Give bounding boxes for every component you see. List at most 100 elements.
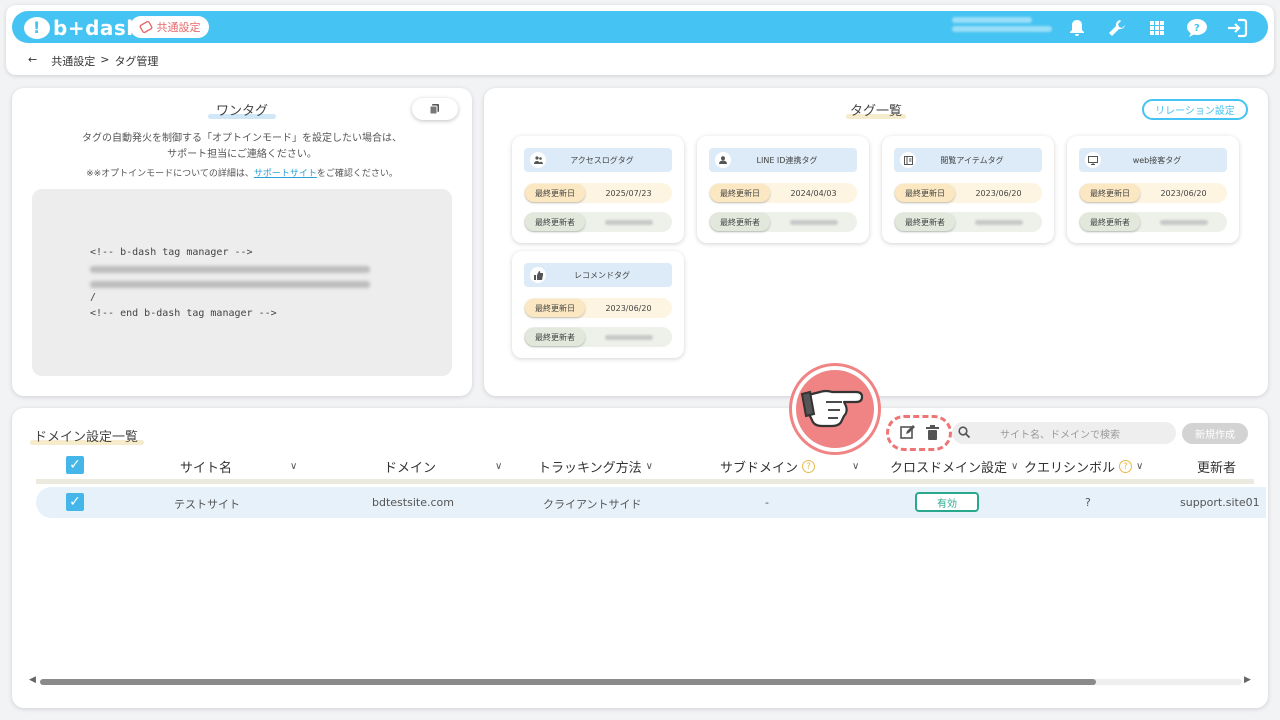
tag-card-header: 閲覧アイテムタグ bbox=[894, 148, 1042, 172]
code-start-comment: <!-- b-dash tag manager --> bbox=[90, 247, 253, 258]
breadcrumb-parent[interactable]: 共通設定 bbox=[51, 53, 95, 69]
edit-icon[interactable] bbox=[900, 425, 915, 444]
date-label: 最終更新日 bbox=[710, 184, 770, 202]
user-label: 最終更新者 bbox=[1080, 213, 1140, 231]
tag-card-header: レコメンドタグ bbox=[524, 263, 672, 287]
cell-site-name: テストサイト bbox=[174, 498, 240, 511]
chevron-down-icon[interactable]: ∨ bbox=[852, 461, 859, 472]
cell-domain: bdtestsite.com bbox=[372, 496, 454, 509]
tag-date-value: 2025/07/23 bbox=[605, 188, 652, 198]
tag-card-header: アクセスログタグ bbox=[524, 148, 672, 172]
tag-date-row: 最終更新日 2023/06/20 bbox=[894, 183, 1042, 203]
blurred-user bbox=[604, 334, 653, 340]
help-bubble-icon[interactable]: ? bbox=[1184, 15, 1210, 41]
onetag-note: ※※オプトインモードについての詳細は、サポートサイトをご確認ください。 bbox=[86, 169, 398, 179]
tag-card-name: LINE ID連携タグ bbox=[756, 155, 818, 165]
tag-card[interactable]: 閲覧アイテムタグ 最終更新日 2023/06/20 最終更新者 bbox=[882, 136, 1054, 243]
date-label: 最終更新日 bbox=[895, 184, 955, 202]
blurred-user bbox=[974, 219, 1023, 225]
search-placeholder: サイト名、ドメインで検索 bbox=[1000, 429, 1120, 441]
chevron-down-icon[interactable]: ∨ bbox=[495, 461, 502, 472]
tag-card-name: アクセスログタグ bbox=[570, 155, 634, 165]
column-header-site-name[interactable]: サイト名 bbox=[180, 457, 232, 476]
tag-card[interactable]: レコメンドタグ 最終更新日 2023/06/20 最終更新者 bbox=[512, 251, 684, 358]
date-label: 最終更新日 bbox=[525, 299, 585, 317]
date-label: 最終更新日 bbox=[1080, 184, 1140, 202]
ticket-icon bbox=[139, 20, 152, 34]
row-checkbox[interactable]: ✓ bbox=[66, 493, 84, 511]
onetag-desc-1: タグの自動発火を制御する「オプトインモード」を設定したい場合は、 bbox=[82, 133, 402, 144]
tag-user-row: 最終更新者 bbox=[894, 212, 1042, 232]
code-end-comment: <!-- end b-dash tag manager --> bbox=[90, 308, 277, 319]
breadcrumb-current: タグ管理 bbox=[114, 55, 159, 68]
tag-card[interactable]: LINE ID連携タグ 最終更新日 2024/04/03 最終更新者 bbox=[697, 136, 869, 243]
pointing-hand-icon bbox=[800, 389, 864, 428]
tag-user-row: 最終更新者 bbox=[524, 212, 672, 232]
code-blurred-line bbox=[90, 266, 370, 273]
chevron-down-icon[interactable]: ∨ bbox=[1136, 461, 1143, 472]
help-icon[interactable]: ? bbox=[802, 460, 816, 473]
back-arrow-icon[interactable]: ← bbox=[28, 53, 37, 69]
blurred-user bbox=[1159, 219, 1208, 225]
column-header-updater[interactable]: 更新者 bbox=[1197, 457, 1236, 476]
blurred-user bbox=[789, 219, 838, 225]
column-header-tracking[interactable]: トラッキング方法 ∨ bbox=[538, 457, 653, 476]
tag-card[interactable]: web接客タグ 最終更新日 2023/06/20 最終更新者 bbox=[1067, 136, 1239, 243]
support-site-link[interactable]: サポートサイト bbox=[254, 169, 317, 179]
copy-button[interactable] bbox=[412, 98, 458, 120]
tag-date-row: 最終更新日 2023/06/20 bbox=[524, 298, 672, 318]
scrollbar-thumb[interactable] bbox=[40, 679, 1096, 685]
logout-icon[interactable] bbox=[1224, 15, 1250, 41]
onetag-title: ワンタグ bbox=[208, 100, 276, 119]
user-info[interactable] bbox=[952, 14, 1056, 42]
domain-panel bbox=[12, 408, 1268, 708]
chevron-down-icon[interactable]: ∨ bbox=[646, 461, 653, 472]
column-header-query-symbol[interactable]: クエリシンボル? ∨ bbox=[1024, 457, 1143, 476]
relation-settings-button[interactable]: リレーション設定 bbox=[1142, 99, 1248, 120]
select-all-checkbox[interactable]: ✓ bbox=[66, 456, 84, 474]
user-label: 最終更新者 bbox=[895, 213, 955, 231]
help-icon[interactable]: ? bbox=[1119, 460, 1133, 473]
blurred-user bbox=[604, 219, 653, 225]
cell-query-symbol: ? bbox=[1085, 496, 1091, 509]
thumbs-up-icon bbox=[530, 267, 546, 283]
tag-card-header: web接客タグ bbox=[1079, 148, 1227, 172]
catalog-icon bbox=[900, 152, 916, 168]
user-label: 最終更新者 bbox=[710, 213, 770, 231]
grid-icon[interactable] bbox=[1144, 15, 1170, 41]
scroll-right-arrow-icon[interactable]: ▶ bbox=[1244, 675, 1251, 685]
tag-card[interactable]: アクセスログタグ 最終更新日 2025/07/23 最終更新者 bbox=[512, 136, 684, 243]
tag-date-value: 2023/06/20 bbox=[975, 188, 1022, 198]
tag-date-value: 2024/04/03 bbox=[790, 188, 837, 198]
bell-icon[interactable] bbox=[1064, 15, 1090, 41]
column-header-subdomain[interactable]: サブドメイン? bbox=[720, 457, 816, 476]
tag-user-row: 最終更新者 bbox=[1079, 212, 1227, 232]
tag-date-value: 2023/06/20 bbox=[605, 303, 652, 313]
chevron-down-icon[interactable]: ∨ bbox=[1011, 461, 1018, 472]
person-icon bbox=[715, 152, 731, 168]
wrench-icon[interactable] bbox=[1104, 15, 1130, 41]
header-icons: ? bbox=[1064, 15, 1250, 41]
date-label: 最終更新日 bbox=[525, 184, 585, 202]
search-input[interactable]: サイト名、ドメインで検索 bbox=[952, 422, 1176, 444]
scroll-left-arrow-icon[interactable]: ◀ bbox=[29, 675, 36, 685]
breadcrumb: ← 共通設定 > タグ管理 bbox=[28, 53, 158, 69]
pointer-hand-callout bbox=[792, 366, 878, 452]
cell-updater: support.site01 bbox=[1180, 496, 1260, 509]
chevron-down-icon[interactable]: ∨ bbox=[290, 461, 297, 472]
tag-card-name: レコメンドタグ bbox=[574, 270, 630, 280]
tag-card-name: web接客タグ bbox=[1132, 155, 1182, 165]
breadcrumb-separator: > bbox=[100, 53, 110, 66]
svg-text:?: ? bbox=[1194, 23, 1200, 34]
search-icon bbox=[954, 425, 974, 441]
new-create-button[interactable]: 新規作成 bbox=[1182, 423, 1248, 444]
common-settings-badge[interactable]: 共通設定 bbox=[130, 16, 209, 38]
column-header-cross-domain[interactable]: クロスドメイン設定 ∨ bbox=[890, 457, 1018, 476]
app-logo[interactable]: b+dash bbox=[24, 16, 141, 40]
common-settings-label: 共通設定 bbox=[156, 21, 201, 34]
cell-tracking: クライアントサイド bbox=[543, 498, 642, 511]
tag-card-header: LINE ID連携タグ bbox=[709, 148, 857, 172]
column-header-domain[interactable]: ドメイン bbox=[384, 457, 436, 476]
trash-icon[interactable] bbox=[926, 425, 939, 444]
tag-list-title: タグ一覧 bbox=[846, 100, 906, 119]
